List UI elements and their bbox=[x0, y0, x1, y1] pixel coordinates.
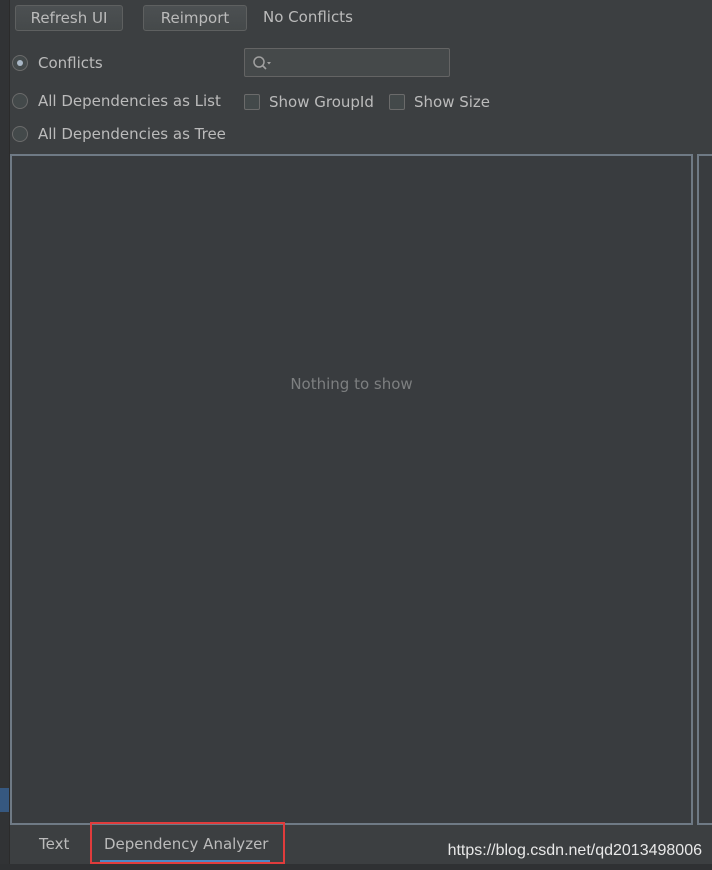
show-size-label: Show Size bbox=[414, 93, 491, 111]
dependency-detail-panel[interactable] bbox=[697, 154, 712, 825]
radio-all-as-list-option[interactable]: All Dependencies as List bbox=[12, 91, 221, 111]
radio-conflicts-label: Conflicts bbox=[38, 54, 103, 72]
gutter-selection-marker bbox=[0, 788, 9, 812]
refresh-ui-button[interactable]: Refresh UI bbox=[15, 5, 123, 31]
search-input[interactable] bbox=[244, 48, 450, 77]
tab-dependency-analyzer[interactable]: Dependency Analyzer bbox=[104, 835, 268, 853]
radio-all-as-tree-label: All Dependencies as Tree bbox=[38, 125, 226, 143]
radio-all-as-tree-option[interactable]: All Dependencies as Tree bbox=[12, 124, 226, 144]
watermark-url: https://blog.csdn.net/qd2013498006 bbox=[447, 842, 702, 859]
radio-all-as-list[interactable] bbox=[12, 93, 28, 109]
empty-state-text: Nothing to show bbox=[290, 375, 413, 393]
radio-all-as-list-label: All Dependencies as List bbox=[38, 92, 221, 110]
reimport-button[interactable]: Reimport bbox=[143, 5, 247, 31]
conflict-status-text: No Conflicts bbox=[263, 8, 353, 26]
radio-conflicts[interactable] bbox=[12, 55, 28, 71]
show-groupid-option[interactable]: Show GroupId bbox=[244, 92, 374, 112]
show-size-option[interactable]: Show Size bbox=[389, 92, 490, 112]
search-icon[interactable] bbox=[252, 55, 274, 71]
radio-all-as-tree[interactable] bbox=[12, 126, 28, 142]
show-groupid-checkbox[interactable] bbox=[244, 94, 260, 110]
tab-text[interactable]: Text bbox=[39, 835, 69, 853]
dependency-list-panel[interactable]: Nothing to show bbox=[10, 154, 693, 825]
show-groupid-label: Show GroupId bbox=[269, 93, 374, 111]
show-size-checkbox[interactable] bbox=[389, 94, 405, 110]
bottom-edge bbox=[0, 864, 712, 870]
radio-conflicts-option[interactable]: Conflicts bbox=[12, 53, 103, 73]
active-tab-underline bbox=[100, 860, 270, 862]
left-gutter bbox=[0, 0, 10, 870]
tab-dependency-analyzer-highlight[interactable]: Dependency Analyzer bbox=[90, 822, 285, 864]
dependency-analyzer-window: Refresh UI Reimport No Conflicts Conflic… bbox=[0, 0, 712, 870]
